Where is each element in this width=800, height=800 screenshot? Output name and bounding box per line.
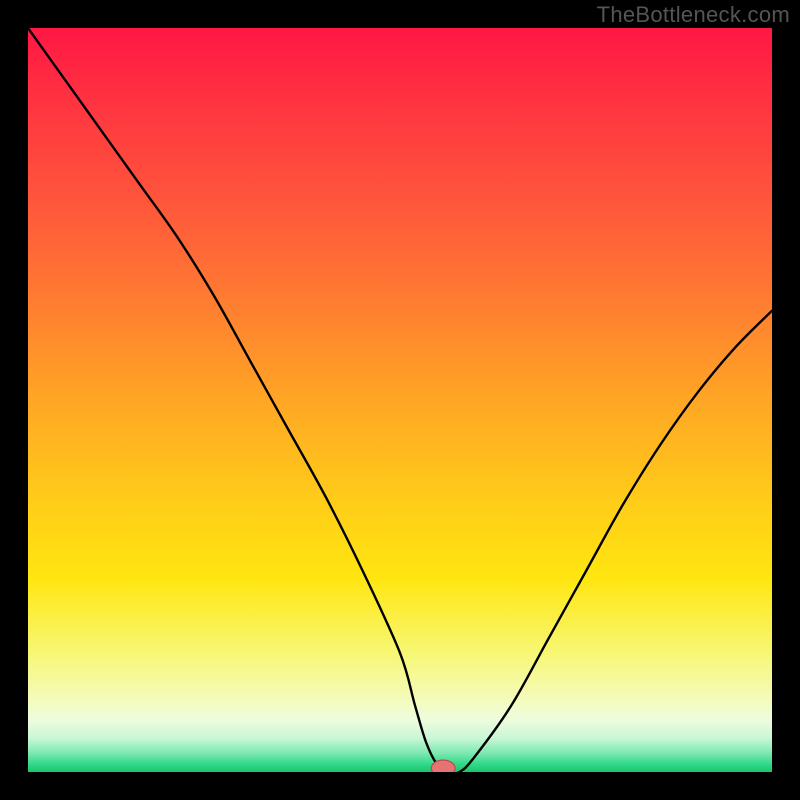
gradient-background	[28, 28, 772, 772]
chart-svg	[28, 28, 772, 772]
plot-area	[28, 28, 772, 772]
optimal-point-marker	[431, 760, 455, 772]
watermark-text: TheBottleneck.com	[597, 2, 790, 28]
chart-frame: TheBottleneck.com	[0, 0, 800, 800]
